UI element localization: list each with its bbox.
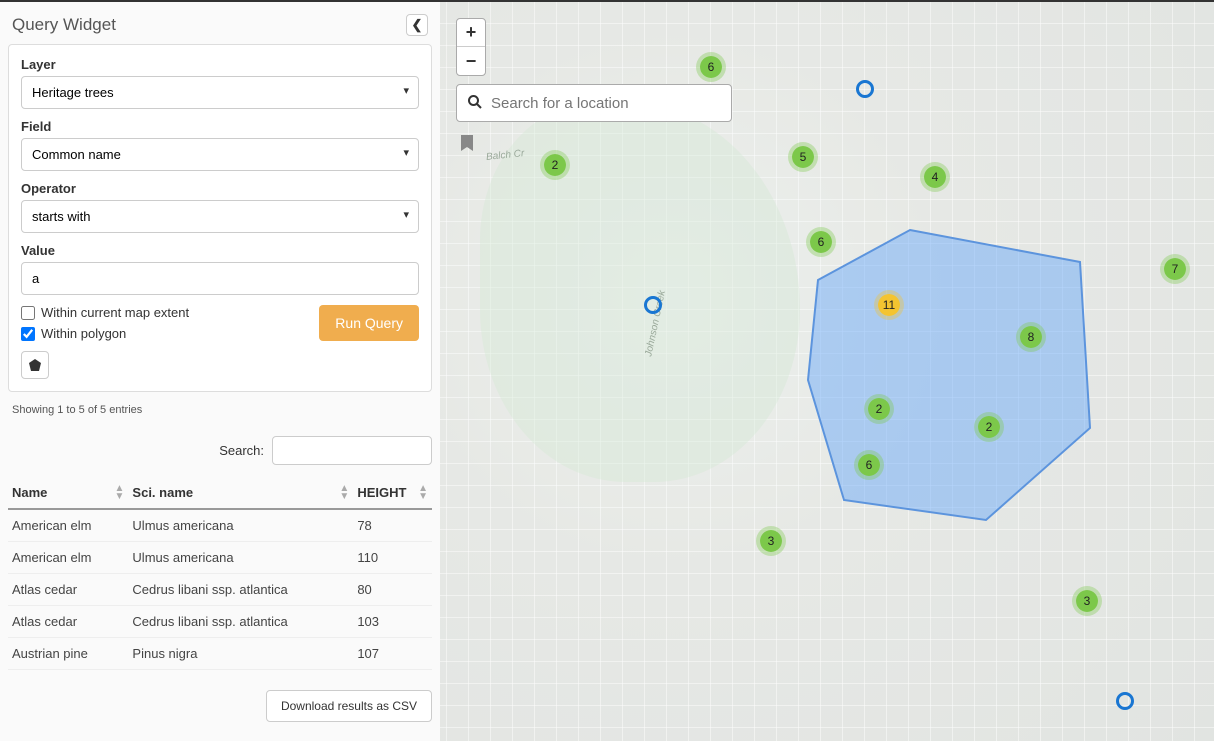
cluster-marker[interactable]: 6 bbox=[696, 52, 726, 82]
polygon-icon bbox=[28, 358, 42, 372]
table-row[interactable]: Atlas cedarCedrus libani ssp. atlantica8… bbox=[8, 574, 432, 606]
layer-select[interactable]: Heritage trees bbox=[21, 76, 419, 109]
table-row[interactable]: Atlas cedarCedrus libani ssp. atlantica1… bbox=[8, 606, 432, 638]
table-row[interactable]: Austrian pinePinus nigra107 bbox=[8, 638, 432, 670]
col-sci[interactable]: Sci. name▲▼ bbox=[128, 477, 353, 509]
map-search-input[interactable] bbox=[491, 95, 721, 112]
point-marker[interactable] bbox=[856, 80, 874, 98]
zoom-out-button[interactable]: − bbox=[457, 47, 485, 75]
sort-icon: ▲▼ bbox=[115, 485, 125, 501]
bookmark-button[interactable] bbox=[456, 132, 478, 154]
chevron-left-icon: ❮ bbox=[412, 17, 423, 33]
field-label: Field bbox=[21, 119, 419, 134]
table-row[interactable]: American elmUlmus americana78 bbox=[8, 509, 432, 542]
extent-checkbox-row[interactable]: Within current map extent bbox=[21, 305, 189, 320]
plus-icon: + bbox=[466, 22, 477, 43]
value-label: Value bbox=[21, 243, 419, 258]
point-marker[interactable] bbox=[644, 296, 662, 314]
search-icon bbox=[467, 94, 483, 113]
query-panel: Query Widget ❮ Layer Heritage trees Fiel… bbox=[0, 2, 440, 741]
minus-icon: − bbox=[466, 51, 477, 72]
zoom-in-button[interactable]: + bbox=[457, 19, 485, 47]
options-row: Within current map extent Within polygon… bbox=[21, 305, 419, 341]
cluster-marker[interactable]: 2 bbox=[974, 412, 1004, 442]
panel-header: Query Widget ❮ bbox=[8, 10, 432, 44]
draw-polygon-button[interactable] bbox=[21, 351, 49, 379]
layer-label: Layer bbox=[21, 57, 419, 72]
download-csv-button[interactable]: Download results as CSV bbox=[266, 690, 432, 722]
query-form: Layer Heritage trees Field Common name O… bbox=[8, 44, 432, 392]
cluster-marker[interactable]: 3 bbox=[756, 526, 786, 556]
cluster-marker[interactable]: 2 bbox=[540, 150, 570, 180]
col-height[interactable]: HEIGHT▲▼ bbox=[353, 477, 432, 509]
run-query-button[interactable]: Run Query bbox=[319, 305, 419, 341]
collapse-button[interactable]: ❮ bbox=[406, 14, 428, 36]
cluster-marker[interactable]: 4 bbox=[920, 162, 950, 192]
table-row[interactable]: American elmUlmus americana110 bbox=[8, 542, 432, 574]
cluster-marker[interactable]: 7 bbox=[1160, 254, 1190, 284]
cluster-marker[interactable]: 6 bbox=[854, 450, 884, 480]
field-select[interactable]: Common name bbox=[21, 138, 419, 171]
results-search-row: Search: bbox=[8, 436, 432, 465]
results-table: Name▲▼ Sci. name▲▼ HEIGHT▲▼ American elm… bbox=[8, 477, 432, 670]
cluster-marker[interactable]: 5 bbox=[788, 142, 818, 172]
table-body: American elmUlmus americana78 American e… bbox=[8, 509, 432, 670]
search-label: Search: bbox=[219, 443, 264, 458]
bookmark-icon bbox=[460, 134, 474, 152]
sort-icon: ▲▼ bbox=[339, 485, 349, 501]
point-marker[interactable] bbox=[1116, 692, 1134, 710]
map-search-box[interactable] bbox=[456, 84, 732, 122]
extent-checkbox[interactable] bbox=[21, 306, 35, 320]
value-input[interactable] bbox=[21, 262, 419, 295]
results-summary: Showing 1 to 5 of 5 entries bbox=[12, 404, 428, 416]
cluster-marker[interactable]: 3 bbox=[1072, 586, 1102, 616]
extent-label: Within current map extent bbox=[41, 305, 189, 320]
cluster-marker[interactable]: 8 bbox=[1016, 322, 1046, 352]
cluster-marker[interactable]: 11 bbox=[874, 290, 904, 320]
polygon-label: Within polygon bbox=[41, 326, 126, 341]
panel-title: Query Widget bbox=[12, 15, 116, 35]
operator-select[interactable]: starts with bbox=[21, 200, 419, 233]
table-header-row: Name▲▼ Sci. name▲▼ HEIGHT▲▼ bbox=[8, 477, 432, 509]
polygon-checkbox[interactable] bbox=[21, 327, 35, 341]
cluster-marker[interactable]: 2 bbox=[864, 394, 894, 424]
polygon-checkbox-row[interactable]: Within polygon bbox=[21, 326, 189, 341]
results-search-input[interactable] bbox=[272, 436, 432, 465]
col-name[interactable]: Name▲▼ bbox=[8, 477, 128, 509]
cluster-marker[interactable]: 6 bbox=[806, 227, 836, 257]
zoom-control: + − bbox=[456, 18, 486, 76]
operator-label: Operator bbox=[21, 181, 419, 196]
sort-icon: ▲▼ bbox=[418, 485, 428, 501]
map-canvas[interactable]: Balch Cr Johnson Creek + − 6 2 5 4 6 7 1… bbox=[440, 2, 1214, 741]
